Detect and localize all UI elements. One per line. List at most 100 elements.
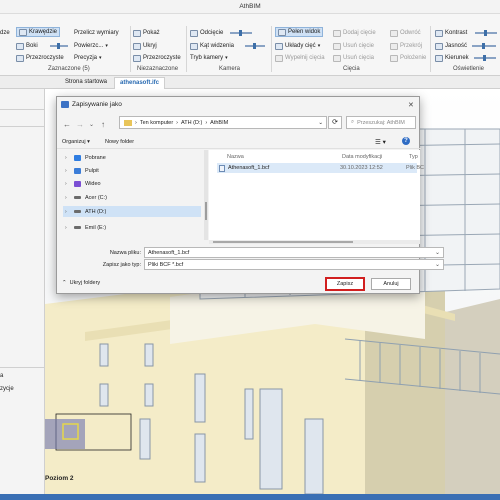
up-button[interactable]: ↑ bbox=[101, 120, 105, 129]
cut-layouts-button[interactable]: Układy cięć ▾ bbox=[275, 41, 320, 51]
fill-cuts-button[interactable]: Wypełnij cięcia bbox=[275, 53, 325, 63]
chevron-down-icon[interactable]: ⌄ bbox=[318, 120, 326, 126]
recent-locations-button[interactable]: ⌄ bbox=[89, 121, 94, 128]
drive-icon bbox=[74, 226, 81, 229]
chevron-right-icon[interactable]: › bbox=[65, 155, 70, 161]
new-folder-button[interactable]: Nowy folder bbox=[105, 139, 134, 145]
column-header-type[interactable]: Typ bbox=[409, 154, 418, 160]
invert-icon bbox=[390, 29, 398, 37]
tree-item-videos[interactable]: › Wideo bbox=[63, 178, 201, 189]
chevron-down-icon[interactable]: ⌄ bbox=[435, 249, 440, 256]
file-list-scrollbar[interactable] bbox=[209, 240, 420, 244]
dialog-title: Zapisywanie jako bbox=[72, 101, 122, 108]
group-label-selected: Zaznaczone (5) bbox=[48, 66, 90, 72]
help-button[interactable]: ? bbox=[402, 137, 410, 145]
dropdown-icon: ▾ bbox=[225, 55, 228, 61]
breadcrumb-item[interactable]: AthBIM bbox=[210, 120, 228, 126]
breadcrumb-item[interactable]: ATH (D:) bbox=[181, 120, 202, 126]
filetype-label: Zapisz jako typ: bbox=[102, 261, 141, 268]
filename-input[interactable]: Athenasoft_1.bcf ⌄ bbox=[144, 247, 444, 258]
tree-item-drive-e[interactable]: › Emil (E:) bbox=[63, 222, 201, 233]
group-label-unselected: Niezaznaczone bbox=[137, 66, 179, 72]
faces-button[interactable]: Boki bbox=[16, 41, 38, 51]
brightness-slider[interactable] bbox=[472, 43, 496, 49]
file-icon bbox=[219, 165, 225, 172]
faces-slider[interactable] bbox=[50, 43, 68, 49]
surfaces-select[interactable]: Powierzc... ▾ bbox=[74, 41, 108, 51]
search-input[interactable]: ⌕ Przeszukaj: AthBIM bbox=[346, 116, 416, 129]
group-label-camera: Kamera bbox=[219, 66, 241, 72]
edges-button[interactable]: Krawędzie bbox=[16, 27, 61, 37]
forward-button[interactable]: → bbox=[76, 120, 84, 129]
tree-scrollbar[interactable] bbox=[204, 150, 208, 240]
section-button[interactable]: Przekrój bbox=[390, 41, 422, 51]
direction-slider[interactable] bbox=[474, 55, 496, 61]
tree-item-desktop[interactable]: › Pulpit bbox=[63, 165, 201, 176]
document-tabs: Strona startowa athenasoft.ifc bbox=[0, 76, 500, 89]
file-row[interactable]: Athenasoft_1.bcf 30.10.2023 12:52 Plik B… bbox=[217, 163, 424, 173]
full-view-button[interactable]: Pełen widok bbox=[275, 27, 324, 37]
file-name: Athenasoft_1.bcf bbox=[228, 165, 270, 171]
address-bar[interactable]: › Ten komputer › ATH (D:) › AthBIM ⌄ bbox=[119, 116, 327, 129]
view-options-icon[interactable]: ☰ ▾ bbox=[375, 138, 386, 146]
left-panel-item[interactable]: a bbox=[0, 373, 3, 379]
view-angle-slider[interactable] bbox=[245, 43, 265, 49]
direction-button[interactable]: Kierunek bbox=[435, 53, 469, 63]
chevron-right-icon[interactable]: › bbox=[65, 209, 70, 215]
close-button[interactable]: ✕ bbox=[408, 101, 414, 109]
remove-cut-button[interactable]: Usuń cięcie bbox=[333, 41, 374, 51]
contrast-slider[interactable] bbox=[475, 30, 497, 36]
fill-cuts-icon bbox=[275, 54, 283, 62]
breadcrumb-item[interactable]: Ten komputer bbox=[140, 120, 173, 126]
dropdown-icon: ▾ bbox=[317, 43, 321, 49]
chevron-right-icon[interactable]: › bbox=[65, 181, 70, 187]
column-header-name[interactable]: Nazwa bbox=[227, 154, 244, 160]
position-button[interactable]: Położenie bbox=[390, 53, 426, 63]
filetype-select[interactable]: Pliki BCF *.bcf ⌄ bbox=[144, 259, 444, 270]
tree-item-drive-d[interactable]: › ATH (D:) bbox=[63, 206, 201, 217]
invert-button[interactable]: Odwróć bbox=[390, 28, 421, 38]
tab-start-page[interactable]: Strona startowa bbox=[60, 77, 112, 89]
transparent-unselected-button[interactable]: Przezroczyste bbox=[133, 53, 181, 63]
show-button[interactable]: Pokaż bbox=[133, 28, 160, 38]
column-header-date[interactable]: Data modyfikacji bbox=[342, 154, 382, 160]
tab-athenasoft-ifc[interactable]: athenasoft.ifc bbox=[114, 77, 166, 89]
recalc-dimensions-button[interactable]: Przelicz wymiary bbox=[74, 28, 119, 38]
search-icon: ⌕ bbox=[351, 119, 355, 125]
cancel-button[interactable]: Anuluj bbox=[371, 278, 411, 290]
precision-select[interactable]: Precyzja ▾ bbox=[74, 53, 102, 63]
organize-button[interactable]: Organizuj ▾ bbox=[62, 139, 90, 145]
direction-icon bbox=[435, 54, 443, 62]
camera-mode-select[interactable]: Tryb kamery ▾ bbox=[190, 53, 228, 63]
left-panel-item[interactable]: zycje bbox=[0, 386, 14, 392]
contrast-button[interactable]: Kontrast bbox=[435, 28, 467, 38]
ribbon-row1-cut[interactable]: dze bbox=[0, 28, 10, 38]
navigation-tree: › Pobrane › Pulpit › Wideo › Acer (C:) › ATH … bbox=[57, 150, 204, 240]
view-angle-button[interactable]: Kąt widzenia bbox=[190, 41, 234, 51]
tree-item-downloads[interactable]: › Pobrane bbox=[63, 152, 201, 163]
group-label-lighting: Oświetlenie bbox=[453, 66, 485, 72]
chevron-down-icon[interactable]: ⌄ bbox=[435, 261, 440, 268]
video-icon bbox=[74, 180, 81, 187]
hide-button[interactable]: Ukryj bbox=[133, 41, 157, 51]
drive-icon bbox=[74, 196, 81, 199]
chevron-right-icon[interactable]: › bbox=[65, 225, 70, 231]
hide-folders-button[interactable]: ⌃ Ukryj foldery bbox=[62, 280, 100, 286]
brightness-button[interactable]: Jasność bbox=[435, 41, 467, 51]
clipping-button[interactable]: Odcięcie bbox=[190, 28, 223, 38]
clipping-slider[interactable] bbox=[230, 30, 252, 36]
file-date: 30.10.2023 12:52 bbox=[340, 165, 383, 171]
chevron-right-icon[interactable]: › bbox=[65, 195, 70, 201]
refresh-button[interactable]: ⟳ bbox=[328, 116, 342, 129]
transparent-selected-button[interactable]: Przezroczyste bbox=[16, 53, 64, 63]
chevron-right-icon[interactable]: › bbox=[65, 168, 70, 174]
save-button[interactable]: Zapisz bbox=[325, 277, 365, 291]
remove-cuts-button[interactable]: Usuń cięcia bbox=[333, 53, 374, 63]
download-icon bbox=[74, 154, 81, 161]
ribbon: dze Krawędzie Przelicz wymiary Pokaż Odc… bbox=[0, 14, 500, 76]
divider bbox=[0, 126, 44, 127]
back-button[interactable]: ← bbox=[63, 120, 71, 129]
tree-item-drive-c[interactable]: › Acer (C:) bbox=[63, 192, 201, 203]
add-cut-button[interactable]: Dodaj cięcie bbox=[333, 28, 376, 38]
full-view-icon bbox=[278, 28, 286, 36]
